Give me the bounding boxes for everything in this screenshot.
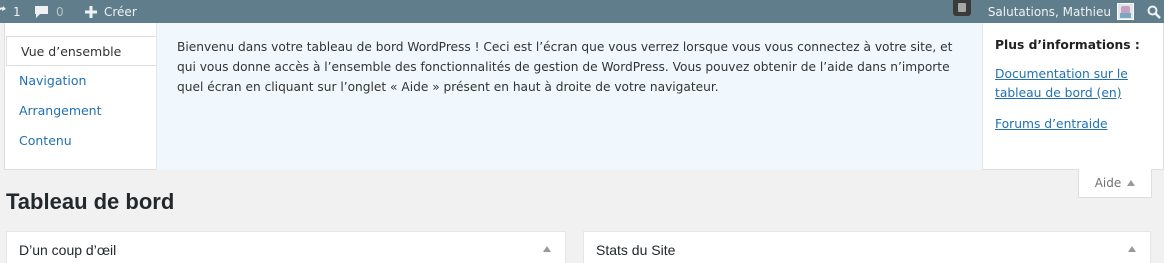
comment-icon [35, 5, 48, 18]
updates-menu[interactable]: 1 [0, 0, 21, 23]
collapse-toggle-icon[interactable] [543, 246, 551, 252]
help-sidebar: Plus d’informations : Documentation sur … [995, 38, 1155, 146]
caret-up-icon [1127, 180, 1136, 186]
new-content-menu[interactable]: Créer [84, 0, 137, 23]
contextual-help-panel: Vue d’ensemble Navigation Arrangement Co… [4, 23, 1164, 170]
help-tab-overview[interactable]: Vue d’ensemble [6, 36, 157, 66]
help-tab-content[interactable]: Contenu [5, 126, 157, 156]
search-icon [1147, 5, 1161, 19]
help-tab-layout[interactable]: Arrangement [5, 96, 157, 126]
search-menu[interactable] [1144, 0, 1164, 23]
help-tabs: Vue d’ensemble Navigation Arrangement Co… [5, 36, 157, 156]
screen-options-icon[interactable] [953, 0, 971, 16]
comments-count: 0 [56, 4, 64, 19]
help-sidebar-title: Plus d’informations : [995, 38, 1140, 52]
widget-title[interactable]: D’un coup d’œil [19, 242, 116, 258]
help-tab-navigation[interactable]: Navigation [5, 66, 157, 96]
admin-bar: 1 0 Créer Salutations, Mathieu [0, 0, 1164, 23]
updates-count: 1 [13, 4, 21, 19]
avatar [1117, 3, 1134, 20]
help-text-line: Bienvenu dans votre tableau de bord Word… [177, 40, 953, 54]
help-tab-content-text: Bienvenu dans votre tableau de bord Word… [156, 23, 983, 170]
help-text-line: qui vous donne accès à l’ensemble des fo… [177, 60, 950, 74]
collapse-toggle-icon[interactable] [1128, 246, 1136, 252]
link-line: tableau de bord (en) [995, 86, 1122, 100]
greeting-text: Salutations, Mathieu [987, 4, 1111, 19]
at-a-glance-widget: D’un coup d’œil [6, 231, 566, 263]
help-toggle-label: Aide [1094, 176, 1122, 190]
refresh-icon [0, 5, 6, 11]
site-stats-widget: Stats du Site [583, 231, 1151, 263]
widget-title[interactable]: Stats du Site [596, 242, 675, 258]
dashboard-documentation-link[interactable]: Documentation sur le tableau de bord (en) [995, 65, 1155, 103]
plus-icon [85, 5, 97, 18]
new-content-label: Créer [104, 4, 137, 19]
page-title: Tableau de bord [6, 189, 175, 214]
link-line: Documentation sur le [995, 67, 1128, 81]
help-toggle-button[interactable]: Aide [1078, 169, 1152, 198]
help-text-line: quel écran en cliquant sur l’onglet « Ai… [177, 80, 719, 94]
support-forums-link[interactable]: Forums d’entraide [995, 115, 1155, 134]
user-account-menu[interactable]: Salutations, Mathieu [988, 0, 1134, 23]
comments-menu[interactable]: 0 [34, 0, 64, 23]
